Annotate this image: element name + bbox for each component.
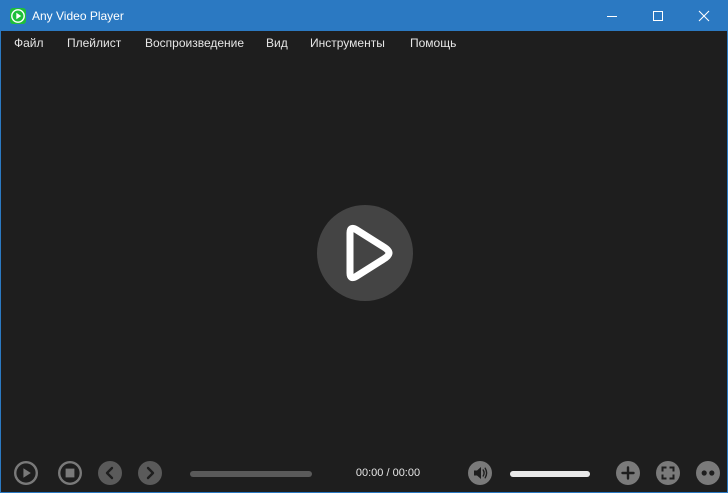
control-bar: 00:00 / 00:00 xyxy=(1,453,727,492)
menu-view[interactable]: Вид xyxy=(266,36,288,50)
volume-level xyxy=(510,471,590,477)
fullscreen-button[interactable] xyxy=(655,460,681,486)
next-icon xyxy=(138,461,162,485)
center-play-button[interactable] xyxy=(317,205,413,301)
maximize-button[interactable] xyxy=(635,1,681,31)
menu-tools[interactable]: Инструменты xyxy=(310,36,385,50)
menu-bar: Файл Плейлист Воспроизведение Вид Инстру… xyxy=(1,31,727,53)
close-button[interactable] xyxy=(681,1,727,31)
stop-button[interactable] xyxy=(57,460,83,486)
menu-help[interactable]: Помощь xyxy=(410,36,456,50)
more-icon xyxy=(696,461,720,485)
menu-playlist[interactable]: Плейлист xyxy=(67,36,121,50)
title-bar[interactable]: Any Video Player xyxy=(1,1,727,31)
play-button[interactable] xyxy=(13,460,39,486)
volume-button[interactable] xyxy=(467,460,493,486)
menu-file[interactable]: Файл xyxy=(14,36,44,50)
app-window: Any Video Player Файл Плейлист Воспроизв… xyxy=(0,0,728,493)
previous-icon xyxy=(98,461,122,485)
play-icon xyxy=(346,224,393,282)
maximize-icon xyxy=(653,11,663,21)
minimize-icon xyxy=(607,16,617,17)
minimize-button[interactable] xyxy=(589,1,635,31)
play-icon xyxy=(14,461,38,485)
add-icon xyxy=(616,461,640,485)
time-display: 00:00 / 00:00 xyxy=(355,467,421,479)
volume-slider[interactable] xyxy=(510,471,590,477)
volume-icon xyxy=(468,461,492,485)
more-options-button[interactable] xyxy=(695,460,721,486)
app-logo-icon xyxy=(10,8,26,24)
video-area[interactable] xyxy=(1,53,727,453)
stop-icon xyxy=(58,461,82,485)
seek-bar[interactable] xyxy=(190,471,312,477)
add-button[interactable] xyxy=(615,460,641,486)
menu-playback[interactable]: Воспроизведение xyxy=(145,36,244,50)
fullscreen-icon xyxy=(656,461,680,485)
close-icon xyxy=(698,10,710,22)
previous-button[interactable] xyxy=(97,460,123,486)
next-button[interactable] xyxy=(137,460,163,486)
window-title: Any Video Player xyxy=(32,9,124,23)
